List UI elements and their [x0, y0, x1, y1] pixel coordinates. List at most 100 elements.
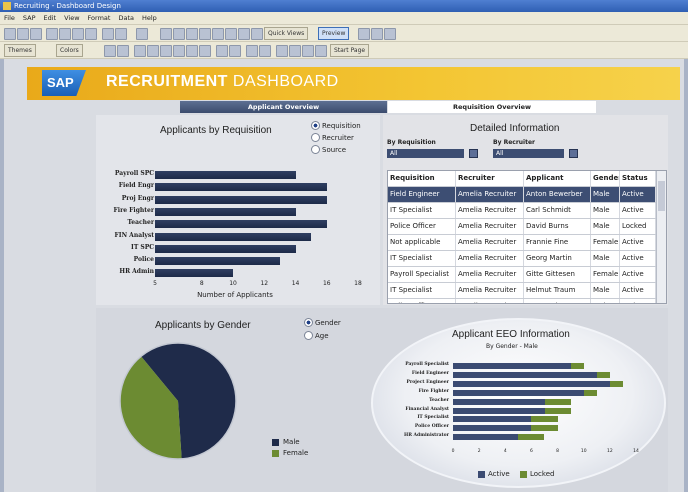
menu-item-help[interactable]: Help	[142, 14, 157, 22]
align-top-icon[interactable]	[134, 45, 146, 57]
snap-icon[interactable]	[117, 45, 129, 57]
requisition-bar[interactable]	[155, 171, 296, 179]
zoom-out-icon[interactable]	[289, 45, 301, 57]
group-icon[interactable]	[212, 28, 224, 40]
same-size-icon[interactable]	[199, 45, 211, 57]
requisition-bar[interactable]	[155, 207, 296, 216]
open-icon[interactable]	[17, 28, 29, 40]
preview-button[interactable]: Preview	[318, 27, 350, 40]
distribute-icon[interactable]	[199, 28, 211, 40]
ungroup-icon[interactable]	[225, 28, 237, 40]
cut-icon[interactable]	[59, 28, 71, 40]
eeo-bar-locked[interactable]	[609, 380, 623, 387]
align-middle-icon[interactable]	[147, 45, 159, 57]
requisition-bar[interactable]	[155, 232, 312, 241]
table-row[interactable]: IT Specialist Amelia Recruiter Carl Schmid…	[388, 203, 656, 219]
zoom-fit-icon[interactable]	[302, 45, 314, 57]
column-header[interactable]: Recruiter	[456, 171, 524, 186]
eeo-bar-active[interactable]	[453, 407, 545, 414]
eeo-bar-active[interactable]	[453, 398, 545, 405]
eeo-bar-locked[interactable]	[518, 434, 545, 441]
copy-icon[interactable]	[72, 28, 84, 40]
requisition-bar[interactable]	[155, 220, 327, 229]
radio-requisition[interactable]: Requisition	[311, 121, 361, 133]
eeo-bar-locked[interactable]	[544, 398, 571, 405]
settings-icon[interactable]	[384, 28, 396, 40]
requisition-bar[interactable]	[155, 183, 327, 192]
recruiter-filter-dropdown-icon[interactable]	[569, 149, 578, 158]
table-row[interactable]: Field Engineer Amelia Recruiter Anton Bewe…	[388, 187, 656, 203]
column-header[interactable]: Status	[620, 171, 656, 186]
table-row[interactable]: IT Specialist Amelia Recruiter Georg Marti…	[388, 251, 656, 267]
space-horizontal-icon[interactable]	[216, 45, 228, 57]
menu-item-data[interactable]: Data	[118, 14, 134, 22]
start-page-button[interactable]: Start Page	[330, 44, 370, 57]
send-back-icon[interactable]	[251, 28, 263, 40]
align-bottom-icon[interactable]	[160, 45, 172, 57]
align-right-icon[interactable]	[186, 28, 198, 40]
align-left-icon[interactable]	[160, 28, 172, 40]
colors-button[interactable]: Colors	[56, 44, 83, 57]
column-header[interactable]: Applicant	[524, 171, 591, 186]
eeo-bar-locked[interactable]	[583, 389, 597, 396]
undo-icon[interactable]	[102, 28, 114, 40]
radio-recruiter[interactable]: Recruiter	[311, 133, 361, 145]
eeo-bar-active[interactable]	[453, 363, 571, 369]
requisition-bar[interactable]	[155, 257, 280, 266]
themes-button[interactable]: Themes	[4, 44, 36, 57]
radio-source[interactable]: Source	[311, 145, 361, 157]
tab-applicant-overview[interactable]: Applicant Overview	[180, 101, 387, 113]
menu-item-view[interactable]: View	[64, 14, 79, 22]
publish-icon[interactable]	[371, 28, 383, 40]
table-row[interactable]: Payroll Specialist Amelia Recruiter Gitte …	[388, 267, 656, 283]
print-icon[interactable]	[46, 28, 58, 40]
center-horizontal-icon[interactable]	[246, 45, 258, 57]
same-width-icon[interactable]	[173, 45, 185, 57]
bring-front-icon[interactable]	[238, 28, 250, 40]
table-row[interactable]: Police OfficerAmelia RecruiterJames John…	[388, 299, 656, 303]
eeo-bar-locked[interactable]	[531, 425, 558, 432]
column-header[interactable]: Requisition	[388, 171, 456, 186]
recruiter-filter-select[interactable]: All	[493, 149, 564, 158]
table-row[interactable]: Police Officer Amelia Recruiter David Burn…	[388, 219, 656, 235]
same-height-icon[interactable]	[186, 45, 198, 57]
tab-requisition-overview[interactable]: Requisition Overview	[388, 101, 596, 113]
requisition-bar[interactable]	[155, 244, 296, 253]
eeo-bar-active[interactable]	[453, 380, 610, 387]
redo-icon[interactable]	[115, 28, 127, 40]
eeo-bar-active[interactable]	[453, 371, 597, 378]
menu-item-sap[interactable]: SAP	[23, 14, 36, 22]
menu-item-format[interactable]: Format	[88, 14, 111, 22]
column-header[interactable]: Gender	[591, 171, 620, 186]
requisition-bar[interactable]	[155, 195, 327, 204]
eeo-bar-locked[interactable]	[531, 416, 558, 423]
grid-icon[interactable]	[104, 45, 116, 57]
zoom-in-icon[interactable]	[276, 45, 288, 57]
save-icon[interactable]	[30, 28, 42, 40]
eeo-bar-active[interactable]	[453, 389, 584, 396]
select-icon[interactable]	[136, 28, 148, 40]
table-row[interactable]: IT Specialist Amelia Recruiter Helmut Trau…	[388, 283, 656, 299]
zoom-reset-icon[interactable]	[315, 45, 327, 57]
table-row[interactable]: Not applicable Amelia Recruiter Frannie Fi…	[388, 235, 656, 251]
menu-item-file[interactable]: File	[4, 14, 15, 22]
eeo-bar-locked[interactable]	[544, 407, 571, 414]
requisition-bar[interactable]	[155, 269, 234, 278]
requisition-filter-select[interactable]: All	[387, 149, 464, 158]
eeo-bar-locked[interactable]	[570, 363, 584, 369]
eeo-bar-active[interactable]	[453, 416, 532, 423]
new-icon[interactable]	[4, 28, 16, 40]
export-icon[interactable]	[358, 28, 370, 40]
paste-icon[interactable]	[85, 28, 97, 40]
menu-item-edit[interactable]: Edit	[44, 14, 57, 22]
align-center-icon[interactable]	[173, 28, 185, 40]
requisition-filter-dropdown-icon[interactable]	[469, 149, 478, 158]
eeo-bar-active[interactable]	[453, 434, 519, 441]
quick-views-button[interactable]: Quick Views	[264, 27, 309, 40]
scrollbar-thumb[interactable]	[658, 181, 665, 211]
table-scrollbar[interactable]	[656, 171, 666, 303]
center-vertical-icon[interactable]	[259, 45, 271, 57]
radio-gender[interactable]: Gender	[304, 318, 341, 331]
space-vertical-icon[interactable]	[229, 45, 241, 57]
eeo-bar-active[interactable]	[453, 425, 532, 432]
